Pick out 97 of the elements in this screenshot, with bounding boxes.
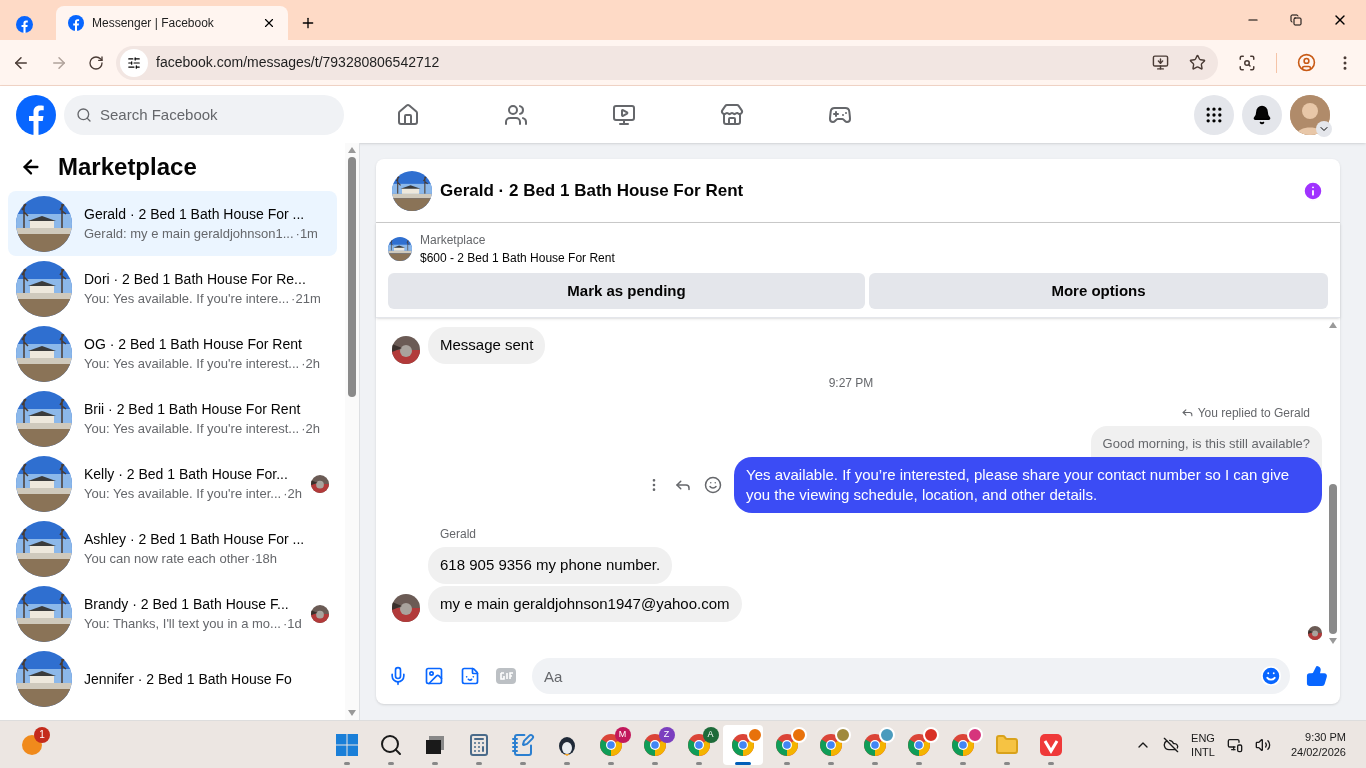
site-settings-icon[interactable] xyxy=(127,55,141,70)
conversation-preview: You: Yes available. If you're interest... xyxy=(84,354,300,373)
chat-title: Gerald · 2 Bed 1 Bath House For Rent xyxy=(440,179,745,202)
conversation-preview: You: Yes available. If you're inter... xyxy=(84,484,282,503)
volume-icon[interactable] xyxy=(1254,736,1271,753)
conversation-item[interactable]: Gerald · 2 Bed 1 Bath House For ... Gerald: my e main geraldjohnson1...·1m xyxy=(8,191,337,256)
search-field[interactable]: Search Facebook xyxy=(64,94,344,135)
scrollbar-thumb[interactable] xyxy=(348,157,356,397)
profile-badge: Z xyxy=(658,726,675,743)
reply-note: You replied to Gerald xyxy=(1197,404,1310,422)
scroll-up-icon[interactable] xyxy=(1329,322,1337,328)
notepad-icon xyxy=(510,732,535,757)
incoming-message: my e main geraldjohnson1947@yahoo.com xyxy=(428,585,742,622)
conversation-time: ·2h xyxy=(283,484,302,503)
listing-action-button[interactable]: More options xyxy=(869,273,1328,309)
url-text: facebook.com/messages/t/793280806542712 xyxy=(156,53,441,72)
profile-badge: M xyxy=(614,726,631,743)
conversation-preview: You: Yes available. If you're interest... xyxy=(84,419,300,438)
message-timestamp: 9:27 PM xyxy=(828,374,874,392)
conversation-preview: Gerald: my e main geraldjohnson1... xyxy=(84,224,294,243)
friends-icon[interactable] xyxy=(504,102,528,127)
video-icon[interactable] xyxy=(612,102,636,127)
install-icon[interactable] xyxy=(1152,54,1169,71)
conversation-preview: You: Thanks, I'll text you in a mo... xyxy=(84,614,281,633)
profile-badge: A xyxy=(702,726,719,743)
incoming-message: 618 905 9356 my phone number. xyxy=(428,547,673,584)
sender-name: Gerald xyxy=(440,527,477,541)
notification-badge: 1 xyxy=(34,726,50,743)
taskbar-app[interactable]: M xyxy=(590,724,631,765)
reply-icon xyxy=(1180,406,1194,419)
keyboard-layout[interactable]: INTL xyxy=(1191,744,1215,759)
reload-icon[interactable] xyxy=(88,54,104,71)
conversation-time: ·21m xyxy=(291,289,321,308)
close-icon[interactable] xyxy=(262,16,276,30)
taskbar-app[interactable]: Z xyxy=(634,724,675,765)
scrollbar-thumb[interactable] xyxy=(1329,484,1337,634)
scroll-down-icon[interactable] xyxy=(348,710,356,716)
conversation-title: Brii · 2 Bed 1 Bath House For Rent xyxy=(83,399,302,419)
new-tab-icon[interactable] xyxy=(300,15,316,31)
listing-action-button[interactable]: Mark as pending xyxy=(388,273,865,309)
conversation-title: Kelly · 2 Bed 1 Bath House For... xyxy=(83,464,289,484)
facebook-tab-icon xyxy=(68,15,84,31)
folder-icon xyxy=(994,732,1019,757)
facebook-logo-icon xyxy=(16,94,56,135)
conversation-time: ·1d xyxy=(282,614,302,633)
taskbar-app[interactable] xyxy=(722,724,763,765)
message-field[interactable]: Aa xyxy=(532,658,1290,694)
sidebar-title: Marketplace xyxy=(58,152,197,182)
windows-icon xyxy=(334,732,359,757)
search-icon xyxy=(378,732,403,757)
scrollbar[interactable] xyxy=(345,143,359,720)
vivaldi-icon xyxy=(1038,732,1063,757)
bookmark-star-icon[interactable] xyxy=(1189,54,1206,71)
facebook-tab-icon xyxy=(16,15,33,33)
marketplace-icon[interactable] xyxy=(720,102,744,127)
scroll-up-icon[interactable] xyxy=(348,147,356,153)
incoming-message: Message sent xyxy=(428,327,546,364)
conversation-preview: You can now rate each other xyxy=(84,549,250,568)
search-icon xyxy=(76,106,92,123)
microphone-icon[interactable] xyxy=(388,666,408,686)
tab-title: Messenger | Facebook xyxy=(92,15,215,32)
search-tabs-icon[interactable] xyxy=(1238,53,1256,72)
taskbar-app[interactable]: A xyxy=(678,724,719,765)
clock-date[interactable]: 24/02/2026 xyxy=(1290,744,1346,760)
outgoing-message: Yes available. If you’re interested, please share your contact number so I can give you the viewing schedule, location, and other details. xyxy=(734,457,1322,513)
conversation-title: Ashley · 2 Bed 1 Bath House For ... xyxy=(83,529,306,549)
scroll-down-icon[interactable] xyxy=(1329,638,1337,644)
clock-time[interactable]: 9:30 PM xyxy=(1305,729,1346,745)
bell-icon xyxy=(1252,104,1272,125)
profile-icon[interactable] xyxy=(1297,53,1316,72)
conversation-title: Gerald · 2 Bed 1 Bath House For ... xyxy=(83,204,306,224)
conversation-time: ·18h xyxy=(251,549,278,568)
conversation-title: Jennifer · 2 Bed 1 Bath House Fo xyxy=(83,669,293,689)
account-button[interactable] xyxy=(1290,94,1330,135)
menu-button[interactable] xyxy=(1194,94,1234,135)
browser-tab[interactable]: Messenger | Facebook xyxy=(56,6,288,40)
network-icon[interactable] xyxy=(1226,736,1243,753)
photo-icon[interactable] xyxy=(424,666,444,686)
conversation-time: ·2h xyxy=(301,354,320,373)
listing-source: Marketplace xyxy=(420,232,487,249)
emoji-icon[interactable] xyxy=(704,476,722,494)
home-icon[interactable] xyxy=(396,102,420,127)
conversation-time: ·1m xyxy=(295,224,318,243)
language-indicator[interactable]: ENG xyxy=(1191,730,1215,745)
restore-icon[interactable] xyxy=(1290,14,1302,26)
conversation-preview: You: Yes available. If you're intere... xyxy=(84,289,290,308)
address-bar[interactable]: facebook.com/messages/t/793280806542712 xyxy=(116,45,1218,80)
info-icon[interactable] xyxy=(1302,179,1324,202)
conversation-title: Brandy · 2 Bed 1 Bath House F... xyxy=(83,594,290,614)
notifications-button[interactable] xyxy=(1242,94,1282,135)
conversation-time: ·2h xyxy=(301,419,320,438)
listing-name: $600 - 2 Bed 1 Bath House For Rent xyxy=(420,250,615,267)
like-icon[interactable] xyxy=(1306,665,1328,687)
sticker-icon[interactable] xyxy=(460,666,480,686)
conversation-title: OG · 2 Bed 1 Bath House For Rent xyxy=(83,334,303,354)
cloud-off-icon[interactable] xyxy=(1163,736,1180,753)
conversation-title: Dori · 2 Bed 1 Bath House For Re... xyxy=(83,269,307,289)
